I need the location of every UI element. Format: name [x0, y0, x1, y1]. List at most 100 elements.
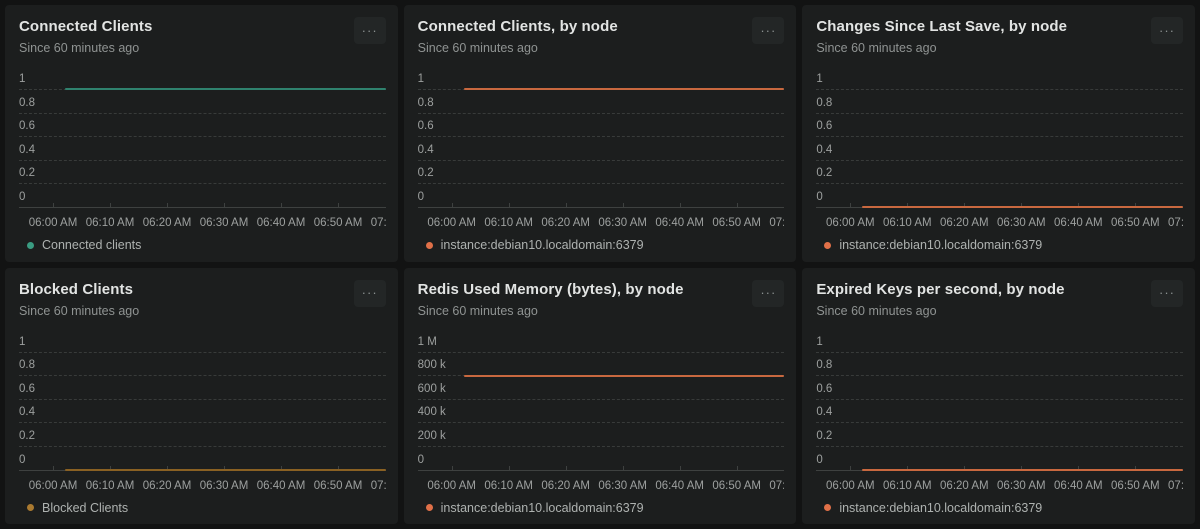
y-axis-label: 1: [816, 335, 822, 349]
panel-menu-button[interactable]: ···: [1151, 17, 1183, 44]
x-axis-tick: [737, 203, 738, 207]
legend-item[interactable]: Blocked Clients: [27, 501, 128, 515]
x-axis-label: 06:10 AM: [883, 216, 932, 230]
x-axis-label: 06:30 AM: [997, 479, 1046, 493]
ellipsis-icon: ···: [1159, 23, 1175, 38]
x-axis-label: 07:00 AM: [1168, 479, 1183, 493]
y-gridline: [418, 113, 785, 114]
y-axis-label: 1: [418, 72, 424, 86]
legend-dot: [27, 504, 34, 511]
y-gridline: [418, 352, 785, 353]
x-axis-line: [418, 207, 785, 208]
x-axis-label: 06:10 AM: [86, 216, 135, 230]
x-axis-label: 06:50 AM: [712, 216, 761, 230]
y-gridline: [19, 183, 386, 184]
y-gridline: [816, 446, 1183, 447]
y-gridline: [418, 160, 785, 161]
x-axis-label: 06:40 AM: [655, 479, 704, 493]
y-axis-label: 1: [19, 72, 25, 86]
legend-label: instance:debian10.localdomain:6379: [839, 501, 1042, 515]
panel-blocked-clients: Blocked Clients Since 60 minutes ago ···…: [5, 268, 398, 525]
x-axis-label: 06:50 AM: [1111, 216, 1160, 230]
x-axis-tick: [110, 203, 111, 207]
ellipsis-icon: ···: [760, 23, 776, 38]
y-axis-label: 600 k: [418, 382, 446, 396]
y-axis-label: 0: [816, 190, 822, 204]
x-axis-label: 06:00 AM: [29, 479, 78, 493]
x-axis-tick: [850, 466, 851, 470]
y-axis-label: 800 k: [418, 358, 446, 372]
x-axis-label: 06:20 AM: [541, 216, 590, 230]
x-axis-line: [19, 207, 386, 208]
x-axis-tick: [452, 203, 453, 207]
panel-time-range: Since 60 minutes ago: [19, 40, 386, 57]
x-axis-tick: [452, 466, 453, 470]
x-axis-tick: [623, 203, 624, 207]
line-chart[interactable]: 10.80.60.40.2006:00 AM06:10 AM06:20 AM06…: [816, 328, 1183, 496]
panel-time-range: Since 60 minutes ago: [816, 40, 1183, 57]
legend-item[interactable]: Connected clients: [27, 238, 141, 252]
x-axis-label: 06:00 AM: [427, 479, 476, 493]
x-axis-label: 06:50 AM: [314, 216, 363, 230]
x-axis-label: 06:40 AM: [257, 216, 306, 230]
x-axis-label: 06:00 AM: [826, 216, 875, 230]
line-chart[interactable]: 1 M800 k600 k400 k200 k006:00 AM06:10 AM…: [418, 328, 785, 496]
x-axis-label: 06:40 AM: [655, 216, 704, 230]
legend-item[interactable]: instance:debian10.localdomain:6379: [824, 238, 1042, 252]
y-gridline: [418, 399, 785, 400]
x-axis-label: 06:00 AM: [826, 479, 875, 493]
x-axis-label: 06:30 AM: [200, 479, 249, 493]
y-axis-label: 0.8: [418, 96, 434, 110]
ellipsis-icon: ···: [760, 285, 776, 300]
dashboard-grid: Connected Clients Since 60 minutes ago ·…: [0, 0, 1200, 529]
y-axis-label: 1 M: [418, 335, 437, 349]
series-line: [65, 88, 386, 90]
line-chart[interactable]: 10.80.60.40.2006:00 AM06:10 AM06:20 AM06…: [19, 65, 386, 233]
panel-menu-button[interactable]: ···: [1151, 280, 1183, 307]
y-gridline: [816, 136, 1183, 137]
y-gridline: [19, 113, 386, 114]
panel-title: Expired Keys per second, by node: [816, 280, 1183, 300]
line-chart[interactable]: 10.80.60.40.2006:00 AM06:10 AM06:20 AM06…: [19, 328, 386, 496]
x-axis-label: 06:20 AM: [143, 216, 192, 230]
y-gridline: [816, 352, 1183, 353]
x-axis-label: 06:30 AM: [598, 479, 647, 493]
y-axis-label: 0.6: [418, 119, 434, 133]
panel-menu-button[interactable]: ···: [354, 280, 386, 307]
legend-label: instance:debian10.localdomain:6379: [441, 238, 644, 252]
x-axis-label: 07:00 AM: [769, 479, 784, 493]
ellipsis-icon: ···: [362, 285, 378, 300]
x-axis-tick: [509, 466, 510, 470]
panel-time-range: Since 60 minutes ago: [19, 303, 386, 320]
y-axis-label: 0.4: [816, 143, 832, 157]
y-axis-label: 0.6: [19, 382, 35, 396]
legend-label: instance:debian10.localdomain:6379: [839, 238, 1042, 252]
x-axis-tick: [281, 203, 282, 207]
panel-menu-button[interactable]: ···: [354, 17, 386, 44]
y-gridline: [816, 89, 1183, 90]
y-gridline: [816, 422, 1183, 423]
y-gridline: [19, 422, 386, 423]
series-line: [464, 375, 785, 377]
x-axis-tick: [53, 203, 54, 207]
x-axis-tick: [680, 466, 681, 470]
legend-item[interactable]: instance:debian10.localdomain:6379: [426, 501, 644, 515]
legend-item[interactable]: instance:debian10.localdomain:6379: [824, 501, 1042, 515]
y-axis-label: 0.8: [816, 96, 832, 110]
x-axis-label: 06:00 AM: [29, 216, 78, 230]
panel-menu-button[interactable]: ···: [752, 17, 784, 44]
legend-dot: [426, 504, 433, 511]
x-axis-tick: [224, 203, 225, 207]
y-axis-label: 0.2: [19, 166, 35, 180]
y-gridline: [816, 160, 1183, 161]
line-chart[interactable]: 10.80.60.40.2006:00 AM06:10 AM06:20 AM06…: [418, 65, 785, 233]
x-axis-label: 06:30 AM: [598, 216, 647, 230]
panel-menu-button[interactable]: ···: [752, 280, 784, 307]
y-gridline: [816, 113, 1183, 114]
panel-title: Redis Used Memory (bytes), by node: [418, 280, 785, 300]
line-chart[interactable]: 10.80.60.40.2006:00 AM06:10 AM06:20 AM06…: [816, 65, 1183, 233]
legend-item[interactable]: instance:debian10.localdomain:6379: [426, 238, 644, 252]
panel-expired-keys-per-second: Expired Keys per second, by node Since 6…: [802, 268, 1195, 525]
x-axis-label: 06:50 AM: [712, 479, 761, 493]
y-axis-label: 0.2: [418, 166, 434, 180]
